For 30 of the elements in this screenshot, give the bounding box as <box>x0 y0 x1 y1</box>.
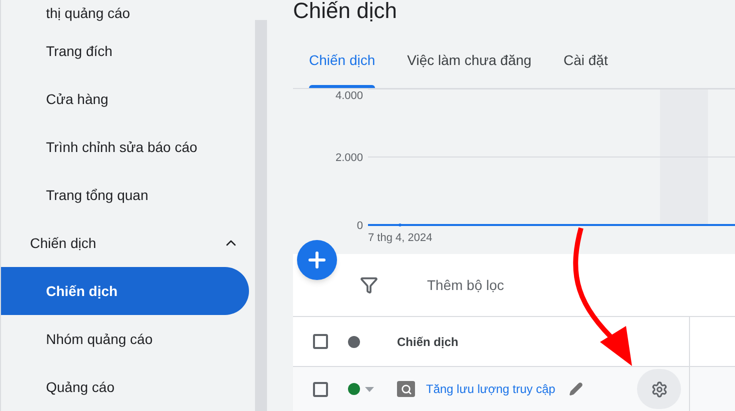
sidebar-item[interactable]: Trang tổng quan <box>1 171 249 219</box>
sidebar-group[interactable]: Chiến dịch <box>1 219 255 267</box>
filter-button[interactable]: Thêm bộ lọc <box>427 274 504 296</box>
sidebar-item[interactable]: Trang đích <box>1 27 249 75</box>
gear-icon <box>650 380 668 398</box>
x-tick-label: 7 thg 4, 2024 <box>368 232 432 244</box>
y-tick-label: 4.000 <box>335 90 363 102</box>
sidebar-item[interactable]: Quảng cáo <box>1 363 249 411</box>
tab[interactable]: Việc làm chưa đăng <box>391 34 548 88</box>
data-point <box>398 224 402 226</box>
row-checkbox[interactable] <box>313 382 328 396</box>
sidebar-item[interactable]: Chiến dịch <box>1 267 249 315</box>
tab[interactable]: Cài đặt <box>547 34 624 88</box>
search-campaign-icon <box>397 381 415 397</box>
add-button[interactable] <box>297 240 337 280</box>
edit-icon[interactable] <box>569 382 584 396</box>
column-header[interactable]: Chiến dịch <box>397 332 458 350</box>
tab[interactable]: Chiến dịch <box>293 34 392 88</box>
sidebar-item[interactable]: thị quảng cáo <box>1 0 255 27</box>
campaign-link[interactable]: Tăng lưu lượng truy cập <box>426 380 556 398</box>
filter-icon[interactable] <box>360 276 378 294</box>
sidebar-item[interactable]: Nhóm quảng cáo <box>1 315 249 363</box>
y-tick-label: 0 <box>356 220 363 232</box>
settings-button[interactable] <box>637 369 682 409</box>
group-label: Chiến dịch <box>30 234 96 252</box>
select-all-checkbox[interactable] <box>313 334 328 349</box>
sidebar-item[interactable]: Cửa hàng <box>1 75 249 123</box>
sidebar-item[interactable]: Trình chỉnh sửa báo cáo <box>1 123 249 171</box>
page-title: Chiến dịch <box>293 0 398 25</box>
y-tick-label: 2.000 <box>335 152 363 164</box>
